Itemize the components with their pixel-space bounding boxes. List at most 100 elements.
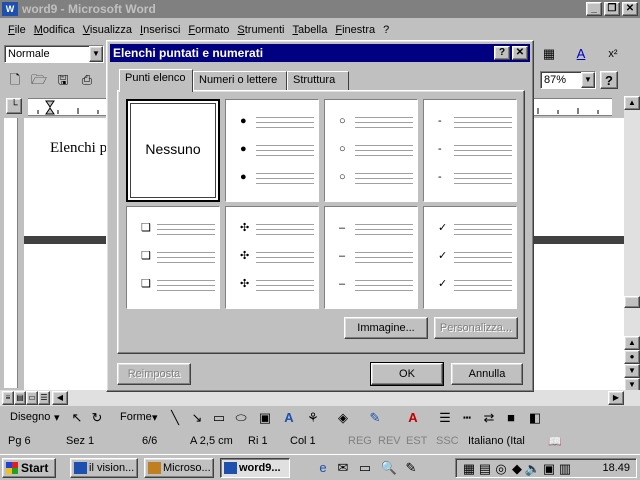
scroll-up-icon[interactable]: ▲ bbox=[624, 96, 640, 110]
next-page-icon[interactable]: ▼ bbox=[624, 364, 640, 378]
wordart-icon[interactable]: A bbox=[280, 409, 298, 427]
print-view-icon[interactable]: ▭ bbox=[26, 391, 38, 405]
bullet-option[interactable]: ✣ ✣ ✣ bbox=[225, 206, 319, 309]
outline-view-icon[interactable]: ☰ bbox=[38, 391, 50, 405]
draw-menu-arrow-icon[interactable]: ▾ bbox=[54, 411, 60, 424]
outlook-quicklaunch-icon[interactable]: ✉ bbox=[334, 459, 352, 477]
vertical-scrollbar[interactable]: ▲ ▲ ● ▼ ▼ bbox=[624, 96, 640, 392]
bullet-option[interactable]: – – – bbox=[324, 206, 418, 309]
zoom-combo[interactable]: 87% ▼ bbox=[540, 71, 596, 89]
rectangle-tool-icon[interactable]: ▭ bbox=[210, 409, 228, 427]
menu-modifica[interactable]: Modifica bbox=[30, 24, 79, 36]
menu-inserisci[interactable]: Inserisci bbox=[136, 24, 184, 36]
status-language[interactable]: Italiano (Ital bbox=[468, 435, 525, 447]
normal-view-icon[interactable]: ≡ bbox=[2, 391, 14, 405]
bullet-option[interactable]: ● ● ● bbox=[225, 99, 319, 202]
word-app-icon[interactable]: W bbox=[2, 2, 18, 16]
line-style-icon[interactable]: ☰ bbox=[436, 409, 454, 427]
clipart-icon[interactable]: ⚘ bbox=[304, 409, 322, 427]
task-button-1[interactable]: il vision... bbox=[70, 458, 138, 478]
text-box-icon[interactable]: ▣ bbox=[256, 409, 274, 427]
superscript-icon[interactable]: x² bbox=[604, 45, 622, 63]
shadow-icon[interactable]: ■ bbox=[502, 409, 520, 427]
style-combo[interactable]: Normale ▼ bbox=[4, 45, 104, 63]
desktop-quicklaunch-icon[interactable]: ▭ bbox=[356, 459, 374, 477]
open-folder-icon[interactable]: 🗁 bbox=[30, 71, 48, 89]
menu-finestra[interactable]: Finestra bbox=[331, 24, 379, 36]
menu-formato[interactable]: Formato bbox=[184, 24, 233, 36]
edit-quicklaunch-icon[interactable]: ✎ bbox=[402, 459, 420, 477]
dialog-title-bar[interactable]: Elenchi puntati e numerati ? ✕ bbox=[110, 44, 530, 62]
font-color-icon[interactable]: A bbox=[572, 45, 590, 63]
bullet-option[interactable]: ○ ○ ○ bbox=[324, 99, 418, 202]
3d-icon[interactable]: ◧ bbox=[526, 409, 544, 427]
reset-button[interactable]: Reimposta bbox=[117, 363, 191, 385]
web-view-icon[interactable]: ▤ bbox=[14, 391, 26, 405]
select-objects-icon[interactable]: ↖ bbox=[68, 409, 86, 427]
arrow-style-icon[interactable]: ⇄ bbox=[480, 409, 498, 427]
help-icon[interactable]: ? bbox=[600, 71, 618, 89]
style-dropdown-arrow-icon[interactable]: ▼ bbox=[89, 46, 103, 62]
status-ovr[interactable]: SSC bbox=[436, 435, 459, 447]
document-text[interactable]: Elenchi p bbox=[50, 140, 107, 157]
tab-stop-selector[interactable]: └ bbox=[6, 98, 22, 114]
bullet-option[interactable]: ✓ ✓ ✓ bbox=[423, 206, 517, 309]
tab-numeri-lettere[interactable]: Numeri o lettere bbox=[193, 71, 287, 91]
dialog-close-button[interactable]: ✕ bbox=[512, 46, 528, 60]
search-quicklaunch-icon[interactable]: 🔍 bbox=[380, 459, 398, 477]
fill-color-icon[interactable]: ◈ bbox=[334, 409, 352, 427]
restore-button[interactable]: ❐ bbox=[604, 2, 620, 16]
font-color-draw-icon[interactable]: A bbox=[404, 409, 422, 427]
arrow-tool-icon[interactable]: ↘ bbox=[188, 409, 206, 427]
menu-file[interactable]: File bbox=[4, 24, 30, 36]
minimize-button[interactable]: _ bbox=[586, 2, 602, 16]
bullet-preview-line: ❑ bbox=[141, 249, 215, 265]
zoom-dropdown-arrow-icon[interactable]: ▼ bbox=[581, 72, 595, 88]
scroll-right-icon[interactable]: ▶ bbox=[608, 391, 624, 405]
task-button-3[interactable]: word9... bbox=[220, 458, 290, 478]
cancel-button[interactable]: Annulla bbox=[451, 363, 523, 385]
close-button[interactable]: ✕ bbox=[622, 2, 638, 16]
ok-button[interactable]: OK bbox=[370, 362, 444, 386]
ie-quicklaunch-icon[interactable]: e bbox=[314, 459, 332, 477]
customize-button[interactable]: Personalizza... bbox=[434, 317, 518, 339]
spelling-status-icon[interactable]: 📖 bbox=[548, 435, 562, 448]
line-tool-icon[interactable]: ╲ bbox=[166, 409, 184, 427]
draw-menu-button[interactable]: Disegno bbox=[10, 411, 50, 423]
dash-style-icon[interactable]: ┅ bbox=[458, 409, 476, 427]
bullet-option[interactable]: ❑ ❑ ❑ bbox=[126, 206, 220, 309]
picture-button[interactable]: Immagine... bbox=[344, 317, 428, 339]
borders-icon[interactable]: ▦ bbox=[540, 45, 558, 63]
menu-tabella[interactable]: Tabella bbox=[288, 24, 331, 36]
autoshapes-arrow-icon[interactable]: ▾ bbox=[152, 411, 158, 424]
tab-struttura[interactable]: Struttura bbox=[287, 71, 349, 91]
line-color-icon[interactable]: ✎ bbox=[366, 409, 384, 427]
prev-page-icon[interactable]: ▲ bbox=[624, 336, 640, 350]
tab-punti-elenco[interactable]: Punti elenco bbox=[119, 69, 193, 92]
start-button[interactable]: Start bbox=[2, 458, 56, 478]
save-icon[interactable]: 🖫 bbox=[54, 71, 72, 89]
status-rec[interactable]: REG bbox=[348, 435, 372, 447]
vertical-ruler[interactable] bbox=[4, 118, 18, 388]
task-button-2[interactable]: Microso... bbox=[144, 458, 214, 478]
scroll-thumb[interactable] bbox=[624, 296, 640, 308]
clock[interactable]: 18.49 bbox=[602, 462, 630, 474]
oval-tool-icon[interactable]: ⬭ bbox=[232, 409, 250, 427]
status-rev[interactable]: REV bbox=[378, 435, 401, 447]
bullet-option[interactable]: - - - bbox=[423, 99, 517, 202]
select-browse-object-icon[interactable]: ● bbox=[624, 350, 640, 364]
tray-icon-7[interactable]: ▥ bbox=[556, 460, 574, 478]
new-document-icon[interactable]: 🗋 bbox=[6, 71, 24, 89]
print-icon[interactable]: ⎙ bbox=[78, 71, 96, 89]
bullet-option-none[interactable]: Nessuno bbox=[126, 99, 220, 202]
autoshapes-button[interactable]: Forme bbox=[120, 411, 152, 423]
menu-strumenti[interactable]: Strumenti bbox=[233, 24, 288, 36]
scroll-left-icon[interactable]: ◀ bbox=[52, 391, 68, 405]
dialog-help-button[interactable]: ? bbox=[494, 46, 510, 60]
horizontal-scrollbar[interactable]: ≡ ▤ ▭ ☰ ◀ ▶ bbox=[0, 390, 640, 406]
free-rotate-icon[interactable]: ↻ bbox=[88, 409, 106, 427]
status-ext[interactable]: EST bbox=[406, 435, 427, 447]
menu-visualizza[interactable]: Visualizza bbox=[79, 24, 136, 36]
menu-help[interactable]: ? bbox=[379, 24, 393, 36]
window-title-bar[interactable]: W word9 - Microsoft Word _ ❐ ✕ bbox=[0, 0, 640, 18]
